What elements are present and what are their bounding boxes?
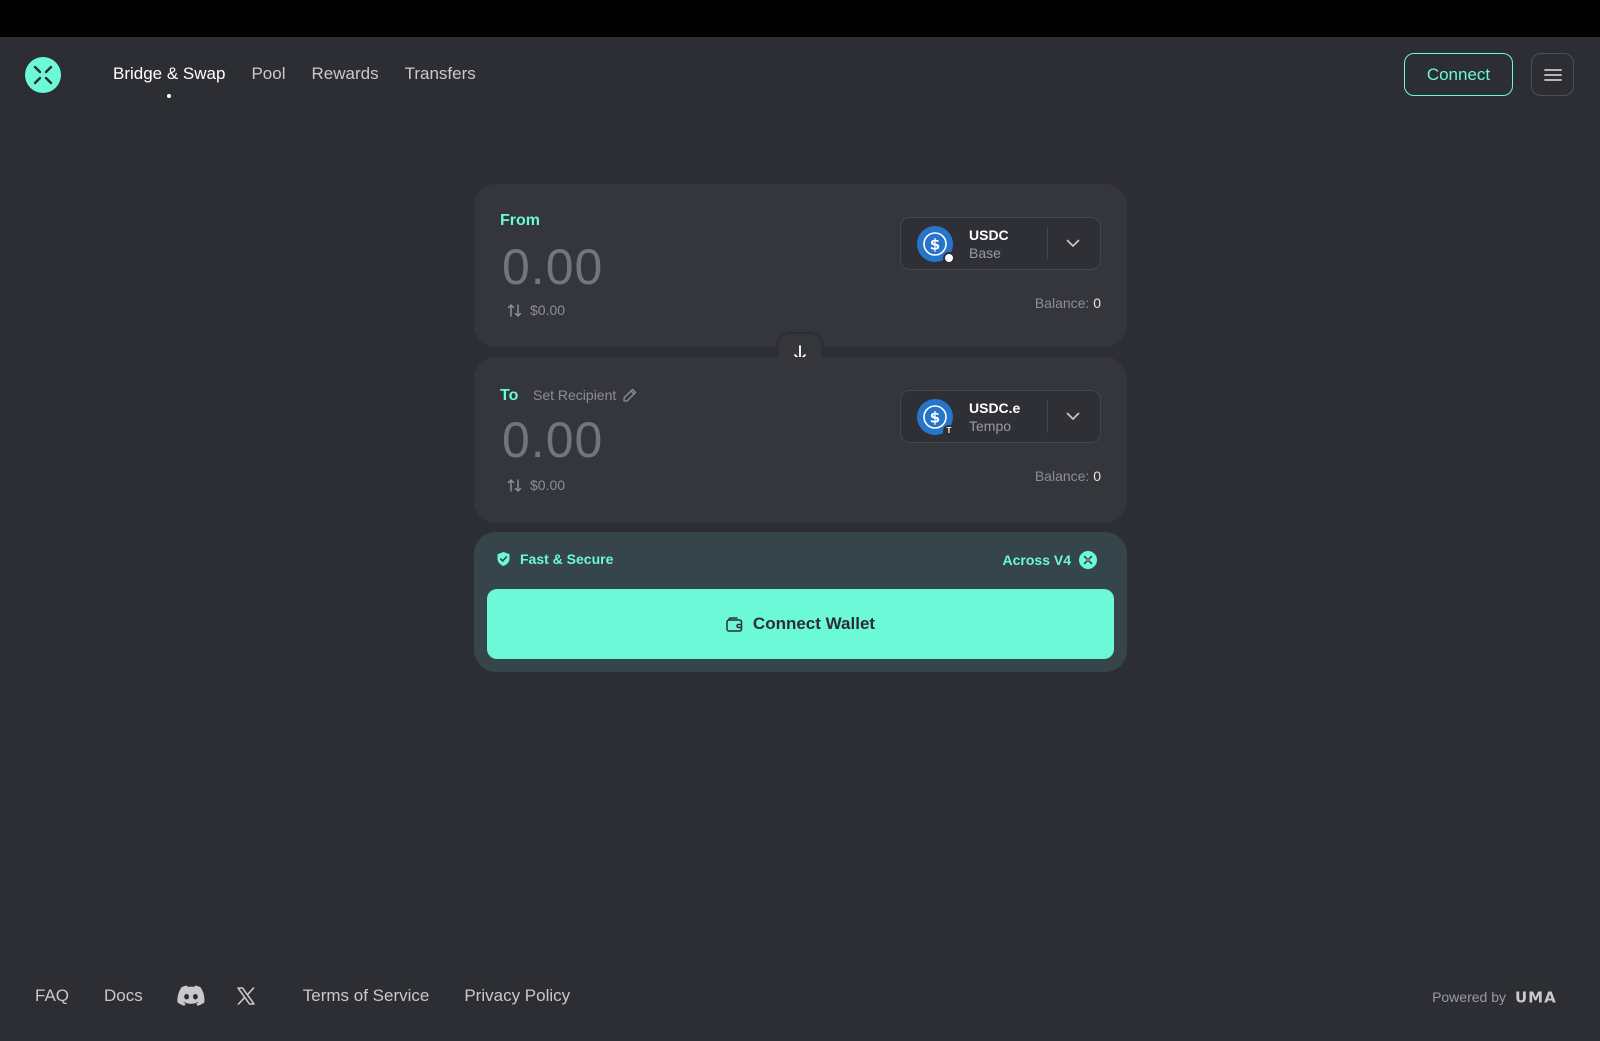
tempo-chain-icon: T [943, 424, 955, 437]
to-amount-input[interactable]: 0.00 [502, 411, 603, 469]
top-black-bar [0, 0, 1600, 37]
fast-secure-label: Fast & Secure [520, 551, 614, 567]
nav-item-transfers[interactable]: Transfers [405, 64, 476, 84]
menu-button[interactable] [1531, 53, 1574, 96]
from-balance-value: 0 [1093, 295, 1101, 311]
set-recipient-label: Set Recipient [533, 387, 617, 403]
fast-secure-badge: Fast & Secure [496, 551, 613, 567]
from-balance-label: Balance: [1034, 295, 1090, 311]
from-balance: Balance: 0 [1035, 295, 1101, 311]
from-amount-input[interactable]: 0.00 [502, 238, 603, 296]
from-token-select[interactable]: $ USDC Base [900, 217, 1101, 270]
usdc-icon: $ T [917, 398, 955, 437]
footer-terms-link[interactable]: Terms of Service [303, 986, 430, 1006]
nav-item-pool[interactable]: Pool [251, 64, 285, 84]
uma-logo[interactable]: UMA [1515, 990, 1563, 1004]
footer-faq-link[interactable]: FAQ [35, 986, 69, 1006]
action-card: Fast & Secure Across V4 Connect Wallet [474, 532, 1127, 672]
usdc-icon: $ [917, 225, 955, 264]
connect-button[interactable]: Connect [1404, 53, 1513, 96]
to-usd-value: $0.00 [530, 477, 566, 493]
to-token-chain: Tempo [969, 417, 1012, 434]
connect-wallet-button[interactable]: Connect Wallet [487, 589, 1114, 659]
connect-wallet-label: Connect Wallet [752, 614, 876, 633]
from-token-chain: Base [969, 244, 1001, 261]
svg-text:$: $ [930, 235, 940, 253]
across-logo-icon[interactable] [25, 57, 61, 93]
to-label: To [500, 387, 519, 404]
base-chain-icon [943, 251, 955, 264]
footer: FAQ Docs Terms of Service Privacy Policy… [0, 985, 1600, 1015]
footer-docs-link[interactable]: Docs [104, 986, 143, 1006]
from-card: From 0.00 $0.00 $ USDC Base Balance: 0 [474, 184, 1127, 347]
chevron-down-icon [1066, 239, 1080, 248]
shield-check-icon [497, 552, 510, 566]
footer-links: FAQ Docs Terms of Service Privacy Policy [35, 985, 570, 1006]
to-card: To Set Recipient 0.00 $0.00 $ T USDC.e T… [474, 357, 1127, 523]
to-balance: Balance: 0 [1035, 468, 1101, 484]
powered-by: Powered by UMA [1432, 989, 1563, 1005]
nav-item-bridge-swap[interactable]: Bridge & Swap [113, 64, 225, 98]
pencil-icon [623, 388, 637, 402]
to-usd-toggle[interactable]: $0.00 [507, 477, 565, 493]
from-usd-toggle[interactable]: $0.00 [507, 302, 565, 318]
x-twitter-icon[interactable] [237, 986, 255, 1005]
footer-privacy-link[interactable]: Privacy Policy [464, 986, 570, 1006]
swap-vertical-icon [507, 478, 522, 492]
svg-text:$: $ [930, 408, 940, 426]
wallet-icon [726, 616, 743, 632]
from-usd-value: $0.00 [530, 302, 566, 318]
powered-by-label: Powered by [1432, 989, 1506, 1005]
nav-item-rewards[interactable]: Rewards [311, 64, 378, 84]
swap-vertical-icon [507, 303, 522, 317]
header: Bridge & Swap Pool Rewards Transfers Con… [0, 37, 1600, 113]
from-label: From [500, 212, 540, 229]
chevron-down-icon [1066, 412, 1080, 421]
across-logo-icon [1079, 551, 1097, 569]
hamburger-icon [1543, 68, 1562, 81]
to-token-select[interactable]: $ T USDC.e Tempo [900, 390, 1101, 443]
discord-icon[interactable] [177, 985, 205, 1006]
from-token-symbol: USDC [969, 226, 1009, 243]
token-divider [1047, 400, 1048, 433]
to-balance-label: Balance: [1034, 468, 1090, 484]
to-token-symbol: USDC.e [969, 399, 1021, 416]
across-v4-label: Across V4 [1002, 552, 1071, 568]
main-nav: Bridge & Swap Pool Rewards Transfers [113, 64, 476, 98]
across-v4-link[interactable]: Across V4 [1003, 551, 1097, 569]
token-divider [1047, 227, 1048, 260]
uma-logo-text: UMA [1515, 990, 1557, 1004]
to-balance-value: 0 [1093, 468, 1101, 484]
set-recipient-button[interactable]: Set Recipient [533, 387, 637, 403]
